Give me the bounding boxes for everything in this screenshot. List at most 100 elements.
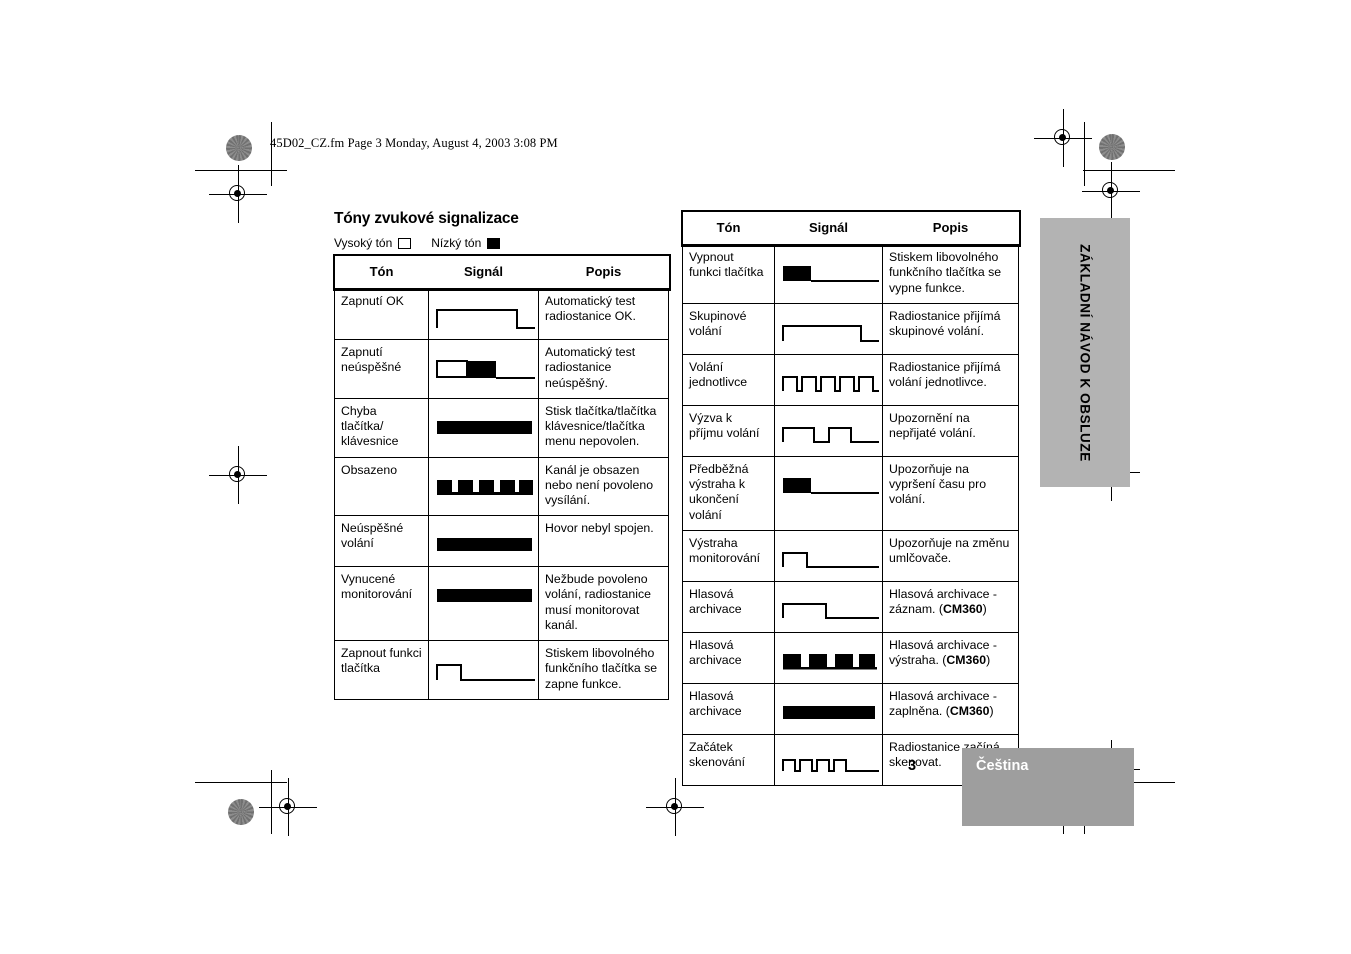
cell-tone: Hlasová archivace <box>682 682 775 735</box>
cell-signal <box>428 397 539 458</box>
cell-tone: Zapnutí neúspěšné <box>334 339 429 399</box>
side-tab-label: ZÁKLADNÍ NÁVOD K OBSLUZE <box>1077 243 1093 462</box>
trim-rule-top-left <box>195 170 287 172</box>
model-name: CM360 <box>949 703 990 718</box>
cell-signal <box>774 455 883 531</box>
cell-tone: Hlasová archivace <box>682 580 775 633</box>
cell-description: Stisk tlačítka/tlačítka klávesnice/tlačí… <box>538 397 669 458</box>
cell-description: Automatický test radiostanice neúspěšný. <box>538 339 669 399</box>
cell-tone: Neúspěšné volání <box>334 515 429 568</box>
registration-mark-top-left <box>209 165 267 223</box>
print-file-info: 45D02_CZ.fm Page 3 Monday, August 4, 200… <box>270 136 558 150</box>
cell-description: Stiskem libovolného funkčního tlačítka s… <box>538 640 669 700</box>
table-header-right: Tón Signál Popis <box>680 210 1021 247</box>
cell-signal <box>428 640 539 700</box>
column-header-signal: Signál <box>808 220 848 235</box>
section-side-tab: ZÁKLADNÍ NÁVOD K OBSLUZE <box>1040 218 1130 487</box>
table-row: Předběžná výstraha k ukončení volání Upo… <box>682 455 1019 531</box>
signal-waveform-high-two-pulses <box>782 426 879 443</box>
column-header-tone: Tón <box>716 220 741 235</box>
trim-rule-top-right <box>1083 170 1175 172</box>
table-body-left: Zapnutí OK Automatický test radiostanice… <box>334 288 669 700</box>
table-row: Výzva k příjmu volání Upozornění na nepř… <box>682 404 1019 457</box>
signal-waveform-low-five-pulses <box>437 479 533 495</box>
cell-signal <box>774 353 883 406</box>
cell-signal <box>774 733 883 786</box>
signal-waveform-low-solid-bar <box>437 420 532 434</box>
trim-rule-left-vertical <box>271 122 273 186</box>
table-header-left: Tón Signál Popis <box>332 254 671 291</box>
page-title: Tóny zvukové signalizace <box>334 210 519 227</box>
high-tone-swatch-icon <box>398 237 412 249</box>
tone-table-right: Tón Signál Popis Vypnout funkci tlačítka… <box>680 210 1021 786</box>
description-tail: ) <box>986 652 991 667</box>
cell-signal <box>774 580 883 633</box>
cell-description: Hlasová archivace - výstraha. (CM360) <box>882 631 1019 684</box>
registration-mark-top-right <box>1082 162 1140 220</box>
cell-description: Radiostanice přijímá skupinové volání. <box>882 302 1019 355</box>
signal-waveform-high-four-small-pulses <box>782 758 879 772</box>
registration-mark-top-center <box>1034 109 1092 167</box>
page-number: 3 <box>908 758 917 774</box>
table-row: Hlasová archivace Hlasová archivace - vý… <box>682 631 1019 684</box>
cell-signal <box>428 288 539 341</box>
high-tone-label: Vysoký tón <box>334 236 393 250</box>
column-header-tone: Tón <box>369 264 394 279</box>
cell-description: Hlasová archivace - zaplněna. (CM360) <box>882 682 1019 735</box>
cell-description: Hovor nebyl spojen. <box>538 515 669 568</box>
table-row: Vypnout funkci tlačítka Stiskem libovoln… <box>682 244 1019 304</box>
cell-signal <box>774 244 883 304</box>
table-row: Skupinové volání Radiostanice přijímá sk… <box>682 302 1019 355</box>
table-row: Zapnutí OK Automatický test radiostanice… <box>334 288 669 341</box>
table-row: Obsazeno Kanál je obsazen nebo není povo… <box>334 456 669 517</box>
tone-table-left: Tón Signál Popis Zapnutí OK Automatický … <box>332 254 671 700</box>
cell-signal <box>428 515 539 568</box>
cell-signal <box>774 529 883 582</box>
cell-tone: Zapnout funkci tlačítka <box>334 640 429 700</box>
cell-description: Kanál je obsazen nebo není povoleno vysí… <box>538 456 669 517</box>
cell-tone: Skupinové volání <box>682 302 775 355</box>
cell-signal <box>774 682 883 735</box>
registration-mark-bottom-left <box>259 778 317 836</box>
cell-signal <box>774 631 883 684</box>
cell-tone: Vypnout funkci tlačítka <box>682 244 775 304</box>
cell-signal <box>428 566 539 642</box>
signal-waveform-low-short-bar <box>783 266 879 283</box>
cell-description: Automatický test radiostanice OK. <box>538 288 669 341</box>
cell-tone: Výstraha monitorování <box>682 529 775 582</box>
signal-waveform-high-five-pulses <box>782 375 879 392</box>
signal-waveform-high-long-pulse <box>436 309 535 330</box>
cell-description: Stiskem libovolného funkčního tlačítka s… <box>882 244 1019 304</box>
cell-tone: Předběžná výstraha k ukončení volání <box>682 455 775 531</box>
cell-tone: Vynucené monitorování <box>334 566 429 642</box>
low-tone-label: Nízký tón <box>431 236 482 250</box>
density-patch-top-left <box>226 135 252 161</box>
cell-description: Hlasová archivace - záznam. (CM360) <box>882 580 1019 633</box>
signal-waveform-high-long-pulse <box>782 324 879 342</box>
table-row: Hlasová archivace Hlasová archivace - za… <box>682 682 1019 735</box>
table-row: Vynucené monitorování Nežbude povoleno v… <box>334 566 669 642</box>
density-patch-bottom-left <box>228 799 254 825</box>
trim-rule-right-vertical <box>1084 122 1086 186</box>
description-tail: ) <box>982 601 987 616</box>
density-patch-top-right <box>1099 134 1125 160</box>
signal-waveform-high-short-pulse <box>782 551 879 568</box>
table-row: Zapnutí neúspěšné Automatický test radio… <box>334 339 669 399</box>
footer-language-label: Čeština <box>976 758 1029 774</box>
signal-waveform-high-medium-pulse <box>782 602 879 619</box>
low-tone-swatch-icon <box>487 237 501 249</box>
signal-waveform-high-short-pulse <box>436 664 535 682</box>
column-header-description: Popis <box>932 220 969 235</box>
cell-tone: Obsazeno <box>334 456 429 517</box>
table-row: Výstraha monitorování Upozorňuje na změn… <box>682 529 1019 582</box>
table-row: Volání jednotlivce Radiostanice přijímá … <box>682 353 1019 406</box>
cell-description: Upozornění na nepřijaté volání. <box>882 404 1019 457</box>
signal-waveform-low-short-bar <box>783 477 879 494</box>
table-row: Hlasová archivace Hlasová archivace - zá… <box>682 580 1019 633</box>
cell-signal <box>774 404 883 457</box>
registration-mark-bottom-center <box>646 778 704 836</box>
table-row: Zapnout funkci tlačítka Stiskem libovoln… <box>334 640 669 700</box>
model-name: CM360 <box>943 601 983 616</box>
description-tail: ) <box>989 703 994 718</box>
cell-tone: Výzva k příjmu volání <box>682 404 775 457</box>
